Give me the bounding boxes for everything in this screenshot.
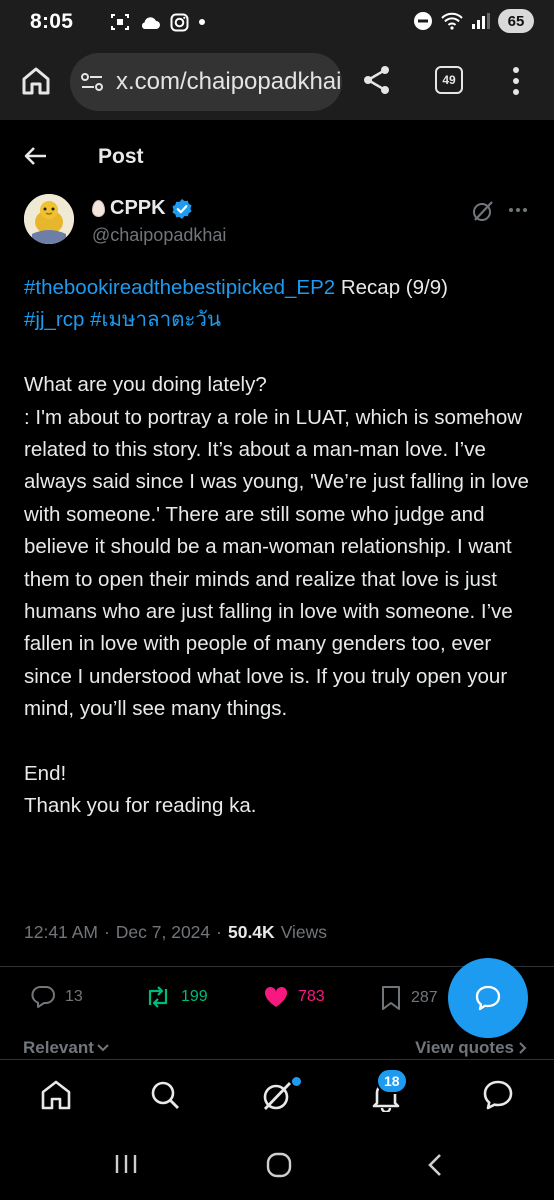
heart-filled-icon	[264, 986, 288, 1007]
battery-indicator: 65	[498, 9, 534, 33]
system-navigation-bar	[0, 1134, 554, 1200]
page-title: Post	[98, 145, 144, 168]
kebab-menu-icon	[513, 67, 519, 95]
post-question: What are you doing lately?	[24, 373, 267, 397]
repost-count: 199	[181, 988, 208, 1005]
post-ending: End! Thank you for reading ka.	[24, 758, 536, 823]
nav-messages[interactable]	[480, 1078, 516, 1112]
bookmark-button[interactable]: 287	[380, 985, 438, 1011]
avatar[interactable]	[24, 194, 74, 244]
hashtag-link[interactable]: #jj_rcp	[24, 308, 84, 331]
nav-grok[interactable]	[259, 1078, 295, 1114]
chevron-down-icon	[97, 1044, 109, 1052]
home-icon	[22, 67, 50, 95]
replies-sort-label: Relevant	[23, 1038, 94, 1057]
post-meta: 12:41 AM · Dec 7, 2024 · 50.4K Views	[24, 922, 327, 943]
meta-separator: ·	[216, 922, 222, 942]
verified-badge-icon[interactable]	[171, 198, 193, 220]
screenshot-icon	[110, 12, 130, 32]
display-name[interactable]: CPPK	[110, 197, 166, 220]
more-notifications-dot-icon	[198, 18, 206, 26]
back-button[interactable]	[24, 146, 48, 166]
post-time[interactable]: 12:41 AM	[24, 922, 98, 943]
post-body: What are you doing lately? : I'm about to…	[24, 369, 536, 725]
notifications-badge: 18	[376, 1068, 408, 1094]
more-dot-icon	[509, 208, 513, 212]
instagram-icon	[170, 13, 189, 32]
avatar-duck-icon	[24, 194, 74, 244]
compose-reply-fab[interactable]	[448, 958, 528, 1038]
nav-home[interactable]	[39, 1078, 73, 1112]
chat-bubble-icon	[475, 985, 501, 1011]
bookmark-count: 287	[411, 989, 438, 1006]
post-hashtags: #thebookireadthebestipicked_EP2 Recap (9…	[24, 272, 536, 337]
repost-icon	[148, 986, 168, 1008]
signal-icon	[471, 12, 491, 30]
system-home-button[interactable]	[266, 1152, 292, 1178]
share-icon	[364, 66, 389, 94]
url-text[interactable]: x.com/chaipopadkhai	[116, 68, 341, 96]
home-icon	[41, 1080, 71, 1110]
grok-notification-dot	[292, 1077, 301, 1086]
browser-toolbar: x.com/chaipopadkhai 49	[0, 44, 554, 120]
grok-button[interactable]	[471, 199, 495, 223]
replies-sort-dropdown[interactable]: Relevant	[23, 1038, 110, 1058]
post-end: End!	[24, 762, 67, 786]
reply-count: 13	[65, 988, 83, 1005]
reply-icon	[31, 986, 55, 1008]
tab-switcher-button[interactable]: 49	[435, 66, 463, 94]
reply-button[interactable]: 13	[30, 985, 83, 1009]
post-answer: : I'm about to portray a role in LUAT, w…	[24, 405, 529, 721]
like-count: 783	[298, 988, 325, 1005]
browser-menu-button[interactable]	[512, 66, 520, 96]
wifi-icon	[440, 11, 464, 31]
bookmark-icon	[382, 986, 400, 1010]
url-bar[interactable]: x.com/chaipopadkhai	[70, 53, 342, 111]
view-quotes-label: View quotes	[415, 1038, 514, 1057]
recent-apps-button[interactable]	[114, 1152, 138, 1176]
post-header: Post	[0, 120, 554, 192]
author-name[interactable]: CPPK	[92, 197, 193, 220]
hashtag-link[interactable]: #เมษาลาตะวัน	[90, 308, 221, 331]
cloud-icon	[139, 14, 161, 30]
arrow-left-icon	[24, 147, 46, 165]
egg-emoji-icon	[92, 200, 105, 217]
more-options-button[interactable]	[509, 208, 527, 212]
do-not-disturb-icon	[413, 11, 433, 31]
system-back-button[interactable]	[426, 1152, 444, 1178]
author-handle[interactable]: @chaipopadkhai	[92, 225, 226, 246]
status-system-icons: 65	[413, 9, 534, 33]
more-dot-icon	[516, 208, 520, 212]
meta-separator: ·	[103, 922, 110, 942]
status-time: 8:05	[30, 10, 74, 33]
repost-button[interactable]: 199	[144, 985, 208, 1009]
bottom-navigation: 18	[0, 1060, 554, 1134]
like-button[interactable]: 783	[263, 985, 325, 1009]
search-icon	[151, 1081, 179, 1109]
chevron-right-icon	[519, 1042, 527, 1054]
more-dot-icon	[523, 208, 527, 212]
post-thanks: Thank you for reading ka.	[24, 794, 257, 818]
views-count: 50.4K	[227, 922, 275, 942]
recents-icon	[115, 1155, 137, 1173]
post-text: #thebookireadthebestipicked_EP2 Recap (9…	[24, 272, 536, 823]
chevron-left-icon	[428, 1154, 441, 1176]
grok-icon	[263, 1082, 292, 1110]
status-bar: 8:05 65	[0, 0, 554, 44]
hashtag-link[interactable]: #thebookireadthebestipicked_EP2	[24, 276, 335, 299]
status-notification-icons	[110, 12, 206, 32]
recap-text: Recap (9/9)	[335, 276, 448, 299]
nav-search[interactable]	[148, 1078, 182, 1112]
share-button[interactable]	[362, 64, 392, 96]
browser-home-button[interactable]	[19, 64, 53, 98]
view-quotes-link[interactable]: View quotes	[415, 1038, 528, 1058]
home-circle-icon	[266, 1152, 292, 1178]
post-date[interactable]: Dec 7, 2024	[116, 922, 210, 943]
grok-icon	[473, 201, 493, 221]
messages-icon	[483, 1080, 513, 1110]
site-settings-icon[interactable]	[80, 72, 104, 92]
views-label: Views	[280, 922, 328, 942]
